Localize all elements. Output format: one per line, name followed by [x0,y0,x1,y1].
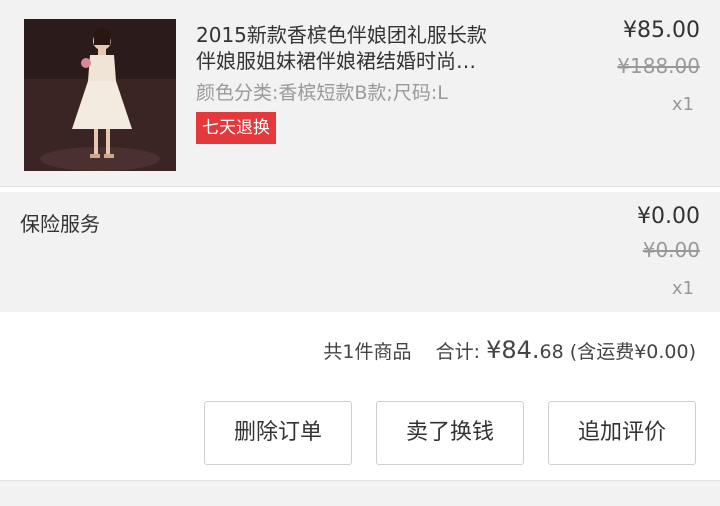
return-policy-badge: 七天退换 [196,112,276,144]
product-title-line2[interactable]: 伴娘服姐妹裙伴娘裙结婚时尚… [196,48,556,74]
divider [0,186,720,187]
insurance-service-row: 保险服务 ¥0.00 ¥0.00 x1 [0,192,720,312]
product-title[interactable]: 2015新款香槟色伴娘团礼服长款 伴娘服姐妹裙伴娘裙结婚时尚… [196,22,556,74]
item-count: 共1件商品 [323,341,412,363]
service-original-price: ¥0.00 [642,238,700,262]
shipping-fee: (含运费¥0.00) [569,341,696,363]
product-thumbnail[interactable] [24,19,176,171]
section-spacer [0,480,720,506]
add-review-button[interactable]: 追加评价 [548,401,696,465]
total-amount-main: ¥84. [486,336,540,364]
product-sku: 颜色分类:香槟短款B款;尺码:L [196,82,448,104]
order-item-row[interactable]: 2015新款香槟色伴娘团礼服长款 伴娘服姐妹裙伴娘裙结婚时尚… 颜色分类:香槟短… [0,0,720,186]
delete-order-button[interactable]: 删除订单 [204,401,352,465]
product-quantity: x1 [671,94,694,115]
dress-photo-image [24,19,176,171]
service-quantity: x1 [671,278,694,299]
order-summary: 共1件商品 合计: ¥84.68 (含运费¥0.00) [323,336,696,364]
product-title-line1[interactable]: 2015新款香槟色伴娘团礼服长款 [196,22,556,48]
sell-item-button[interactable]: 卖了换钱 [376,401,524,465]
total-amount-cents: 68 [539,341,564,363]
product-original-price: ¥188.00 [617,54,700,78]
product-price: ¥85.00 [623,18,700,43]
service-price: ¥0.00 [637,204,700,229]
total-label: 合计: [435,341,481,363]
service-label: 保险服务 [20,212,100,236]
